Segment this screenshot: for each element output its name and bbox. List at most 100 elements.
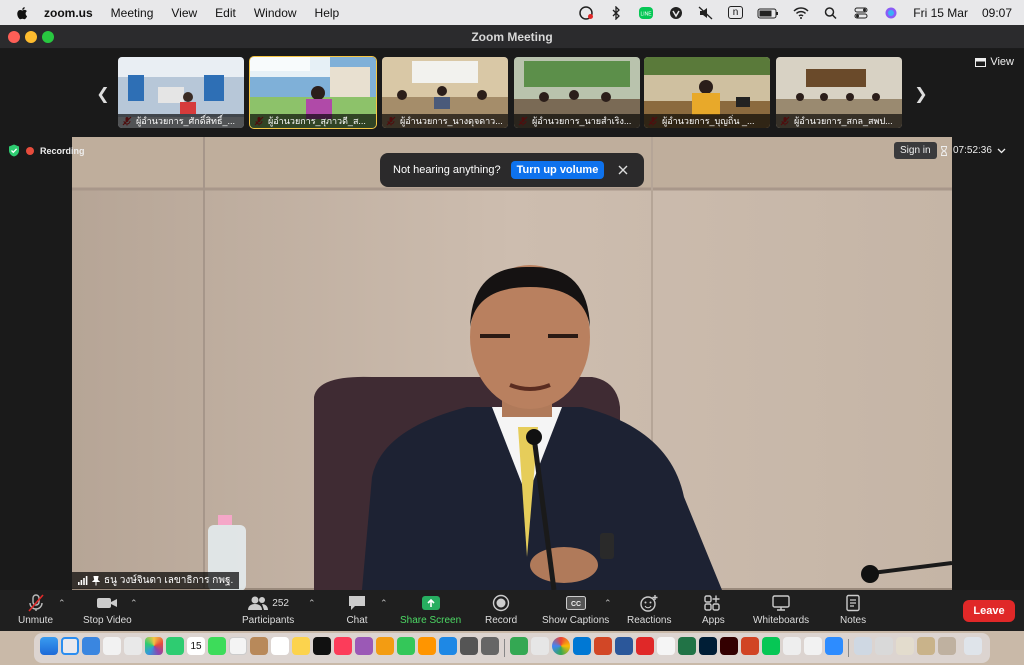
show-captions-button[interactable]: CC Show Captions — [542, 594, 609, 626]
chat-options-caret[interactable]: ⌃ — [380, 598, 388, 609]
finder-icon[interactable] — [40, 637, 58, 655]
share-screen-button[interactable]: Share Screen — [400, 594, 461, 626]
participant-thumbnail[interactable]: ผู้อำนวยการ_นายสำเริง... — [514, 57, 640, 128]
captions-options-caret[interactable]: ⌃ — [604, 598, 612, 609]
word-icon[interactable] — [615, 637, 633, 655]
speaker-name-tag: ธนู วงษ์จินดา เลขาธิการ กพฐ. — [72, 572, 240, 589]
line-icon[interactable] — [762, 637, 780, 655]
recording-indicator[interactable]: Recording — [8, 144, 85, 157]
downloads-stack-icon[interactable] — [854, 637, 872, 655]
chat-button[interactable]: Chat — [346, 594, 368, 626]
bluetooth-icon[interactable] — [608, 5, 624, 20]
menu-help[interactable]: Help — [315, 6, 340, 20]
reminders-icon[interactable] — [229, 637, 247, 655]
freeform-icon[interactable] — [271, 637, 289, 655]
siri-icon[interactable] — [883, 6, 899, 20]
trash-icon[interactable] — [964, 637, 982, 655]
recent-file-icon[interactable] — [938, 637, 956, 655]
unmute-button[interactable]: Unmute — [18, 594, 53, 626]
textedit-icon[interactable] — [657, 637, 675, 655]
safari-icon[interactable] — [61, 637, 79, 655]
launchpad-icon[interactable] — [103, 637, 121, 655]
vpn-icon[interactable] — [668, 6, 684, 20]
zoom-icon[interactable] — [825, 637, 843, 655]
calendar-icon[interactable]: 15 — [187, 637, 205, 655]
battery-icon[interactable] — [757, 6, 779, 20]
audio-options-caret[interactable]: ⌃ — [58, 598, 66, 609]
photos-icon[interactable] — [145, 637, 163, 655]
participant-thumbnail[interactable]: ผู้อำนวยการ_บุญถิ่น _... — [644, 57, 770, 128]
reactions-button[interactable]: Reactions — [627, 594, 671, 626]
participant-thumbnail[interactable]: ผู้อำนวยการ_นางดุจดาว... — [382, 57, 508, 128]
menu-app-name[interactable]: zoom.us — [44, 6, 93, 20]
participant-thumbnail[interactable]: ผู้อำนวยการ_สุภาวดี_ส... — [249, 56, 377, 129]
spotlight-search-icon[interactable] — [823, 6, 839, 20]
messages-icon[interactable] — [208, 637, 226, 655]
contacts-icon[interactable] — [124, 637, 142, 655]
system-settings-icon[interactable] — [460, 637, 478, 655]
powerpoint-icon[interactable] — [741, 637, 759, 655]
teams-icon[interactable] — [783, 637, 801, 655]
menu-window[interactable]: Window — [254, 6, 297, 20]
hourglass-icon — [941, 145, 947, 156]
chrome-icon[interactable] — [552, 637, 570, 655]
numbers-icon[interactable] — [397, 637, 415, 655]
recent-file-icon[interactable] — [917, 637, 935, 655]
music-icon[interactable] — [334, 637, 352, 655]
input-source-indicator[interactable]: n — [727, 6, 744, 19]
facetime-icon[interactable] — [166, 637, 184, 655]
dock-separator — [848, 639, 849, 657]
stickies-icon[interactable] — [292, 637, 310, 655]
filmstrip-prev-button[interactable]: ❮ — [96, 84, 110, 104]
excel-icon[interactable] — [678, 637, 696, 655]
control-center-icon[interactable] — [853, 6, 869, 20]
vscode-icon[interactable] — [573, 637, 591, 655]
close-icon[interactable] — [618, 165, 628, 175]
mail-icon[interactable] — [82, 637, 100, 655]
wifi-icon[interactable] — [793, 6, 809, 20]
app-store-icon[interactable] — [439, 637, 457, 655]
record-button[interactable]: Record — [485, 594, 517, 626]
podcasts-icon[interactable] — [355, 637, 373, 655]
meeting-timer[interactable]: 07:52:36 — [940, 142, 1006, 159]
menubar-date[interactable]: Fri 15 Mar — [913, 6, 968, 20]
photoshop-icon[interactable] — [699, 637, 717, 655]
leave-meeting-button[interactable]: Leave — [963, 600, 1015, 622]
menu-edit[interactable]: Edit — [215, 6, 236, 20]
apps-button[interactable]: Apps — [702, 594, 725, 626]
participant-thumbnail[interactable]: ผู้อำนวยการ_สกล_สพป... — [776, 57, 902, 128]
pages-icon[interactable] — [418, 637, 436, 655]
utorrent-icon[interactable] — [510, 637, 528, 655]
illustrator-icon[interactable] — [720, 637, 738, 655]
menubar-time[interactable]: 09:07 — [982, 6, 1012, 20]
menu-meeting[interactable]: Meeting — [111, 6, 154, 20]
filmstrip-next-button[interactable]: ❯ — [914, 84, 928, 104]
screen-share-status-icon[interactable] — [578, 5, 594, 20]
participants-options-caret[interactable]: ⌃ — [308, 598, 316, 609]
sign-in-button[interactable]: Sign in — [894, 142, 937, 159]
slack-icon[interactable] — [804, 637, 822, 655]
whiteboards-button[interactable]: Whiteboards — [753, 594, 809, 626]
notes-button[interactable]: Notes — [840, 594, 866, 626]
sound-muted-icon[interactable] — [698, 6, 714, 20]
view-layout-button[interactable]: View — [975, 56, 1014, 68]
anydesk-icon[interactable] — [531, 637, 549, 655]
stop-video-button[interactable]: Stop Video — [83, 594, 132, 626]
acrobat-icon[interactable] — [636, 637, 654, 655]
office-icon[interactable] — [594, 637, 612, 655]
screen: zoom.us Meeting View Edit Window Help LI… — [0, 0, 1024, 665]
video-options-caret[interactable]: ⌃ — [130, 598, 138, 609]
line-app-icon[interactable]: LINE — [638, 6, 654, 20]
recent-file-icon[interactable] — [896, 637, 914, 655]
compressor-icon[interactable] — [481, 637, 499, 655]
security-shield-icon[interactable] — [8, 144, 20, 157]
participant-thumbnail[interactable]: ผู้อำนวยการ_ศักดิ์สิทธิ์_... — [118, 57, 244, 128]
notes-app-icon[interactable] — [250, 637, 268, 655]
books-icon[interactable] — [376, 637, 394, 655]
apple-icon[interactable] — [16, 6, 30, 20]
turn-up-volume-button[interactable]: Turn up volume — [510, 161, 605, 179]
apple-tv-icon[interactable] — [313, 637, 331, 655]
menu-view[interactable]: View — [171, 6, 197, 20]
document-stack-icon[interactable] — [875, 637, 893, 655]
participants-button[interactable]: 252 Participants — [242, 594, 294, 626]
